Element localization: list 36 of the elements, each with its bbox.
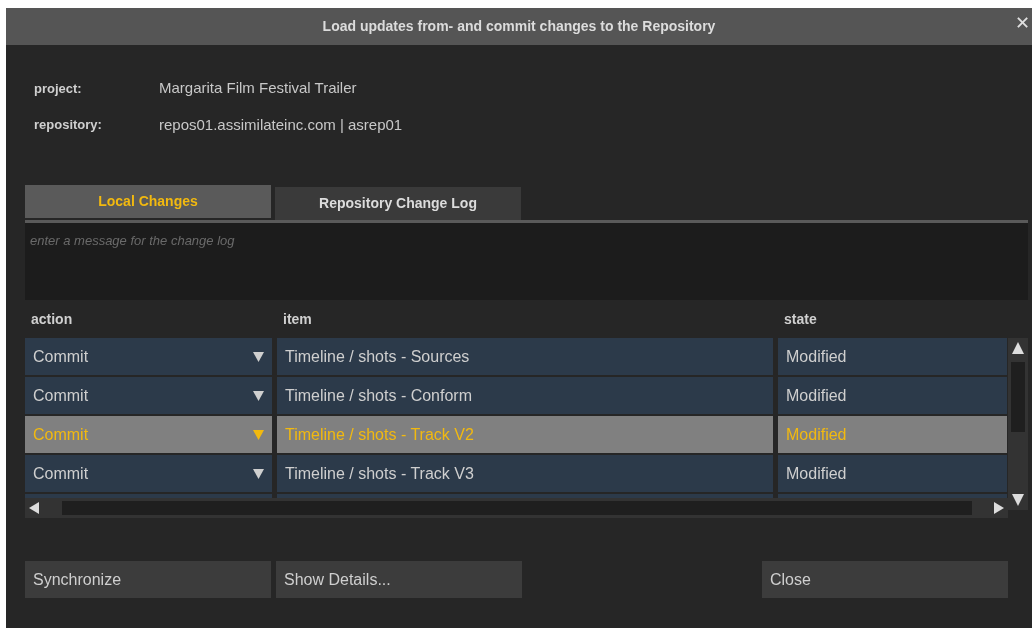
caret-icon	[253, 351, 264, 362]
right-arrow-icon	[994, 502, 1004, 514]
window-title: Load updates from- and commit changes to the Repository	[322, 17, 716, 36]
vertical-scrollbar[interactable]	[1008, 338, 1028, 510]
dialog-button[interactable]: Synchronize	[25, 561, 271, 598]
caret-icon	[253, 429, 264, 440]
caret-icon	[253, 468, 264, 479]
table-cell: Modified	[778, 338, 1007, 375]
action-dropdown[interactable]: Commit	[25, 377, 272, 414]
dialog-button[interactable]: Close	[762, 561, 1008, 598]
table-cell: Modified	[778, 416, 1007, 453]
dialog-button[interactable]: Show Details...	[276, 561, 522, 598]
horizontal-scrollbar[interactable]	[25, 498, 1008, 518]
field-label: project:	[34, 79, 83, 98]
action-dropdown[interactable]: Commit	[25, 455, 272, 492]
table-cell: Timeline / shots - Track V3	[277, 455, 773, 492]
column-header: state	[783, 309, 818, 329]
field-value: Margarita Film Festival Trailer	[159, 78, 357, 98]
action-dropdown[interactable]: Commit	[25, 338, 272, 375]
table-cell: Timeline / shots - Sources	[277, 338, 773, 375]
table-cell: Modified	[778, 377, 1007, 414]
left-arrow-icon	[29, 502, 39, 514]
field-value: repos01.assimilateinc.com | asrep01	[159, 114, 403, 135]
up-arrow-icon	[1012, 342, 1024, 354]
message-input[interactable]: enter a message for the change log	[25, 223, 1028, 300]
table-cell: Modified	[778, 455, 1007, 492]
down-arrow-icon	[1012, 494, 1024, 506]
column-header: action	[30, 309, 74, 329]
field-label: repository:	[34, 116, 103, 134]
close-button[interactable]: ✕	[1015, 14, 1030, 32]
table-cell: Timeline / shots - Track V2	[277, 416, 773, 453]
caret-icon	[253, 390, 264, 401]
tab[interactable]: Local Changes	[25, 185, 271, 218]
tab[interactable]: Repository Change Log	[275, 187, 521, 220]
table-cell: Timeline / shots - Conform	[277, 377, 773, 414]
column-header: item	[282, 309, 313, 329]
